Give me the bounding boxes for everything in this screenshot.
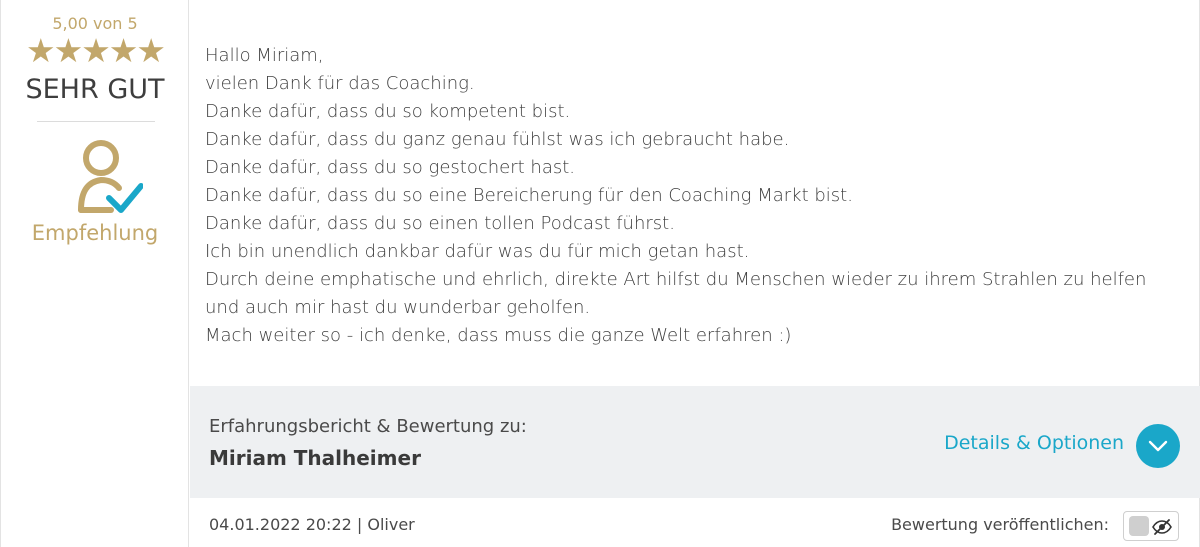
review-line: Durch deine emphatische und ehrlich, dir…: [205, 269, 1147, 318]
publish-toggle[interactable]: [1123, 511, 1179, 541]
review-line: Danke dafür, dass du so eine Bereicherun…: [205, 185, 853, 206]
toggle-knob: [1129, 516, 1149, 536]
publish-label: Bewertung veröffentlichen:: [891, 515, 1109, 534]
review-subject-bar: Erfahrungsbericht & Bewertung zu: Miriam…: [190, 386, 1200, 498]
recommendation-label: Empfehlung: [31, 221, 159, 245]
review-line: Danke dafür, dass du so einen tollen Pod…: [205, 213, 675, 234]
review-card: 5,00 von 5 ★★★★★ SEHR GUT Empfehlung Hal…: [0, 0, 1200, 547]
star-rating-icon: ★★★★★: [26, 31, 166, 70]
subject-label: Erfahrungsbericht & Bewertung zu:: [209, 416, 527, 437]
recommendation-user-check-icon: [78, 140, 143, 213]
rating-grade: SEHR GUT: [25, 74, 165, 105]
review-line: vielen Dank für das Coaching.: [205, 73, 475, 94]
review-line: Danke dafür, dass du ganz genau fühlst w…: [205, 129, 790, 150]
subject-name: Miriam Thalheimer: [209, 446, 421, 470]
review-line: Danke dafür, dass du so kompetent bist.: [205, 101, 571, 122]
review-line: Danke dafür, dass du so gestochert hast.: [205, 157, 576, 178]
review-date-author: 04.01.2022 20:22 | Oliver: [209, 515, 415, 534]
eye-off-icon: [1152, 519, 1172, 535]
chevron-down-icon: [1148, 440, 1168, 452]
details-options-link[interactable]: Details & Optionen: [944, 432, 1124, 454]
review-line: Ich bin unendlich dankbar dafür was du f…: [205, 241, 750, 262]
details-options-button[interactable]: [1136, 424, 1180, 468]
review-line: Mach weiter so - ich denke, dass muss di…: [205, 325, 792, 346]
review-text: Hallo Miriam, vielen Dank für das Coachi…: [205, 42, 1180, 350]
rating-panel: 5,00 von 5 ★★★★★ SEHR GUT Empfehlung: [1, 0, 189, 547]
divider: [37, 121, 155, 122]
review-line: Hallo Miriam,: [205, 45, 324, 66]
